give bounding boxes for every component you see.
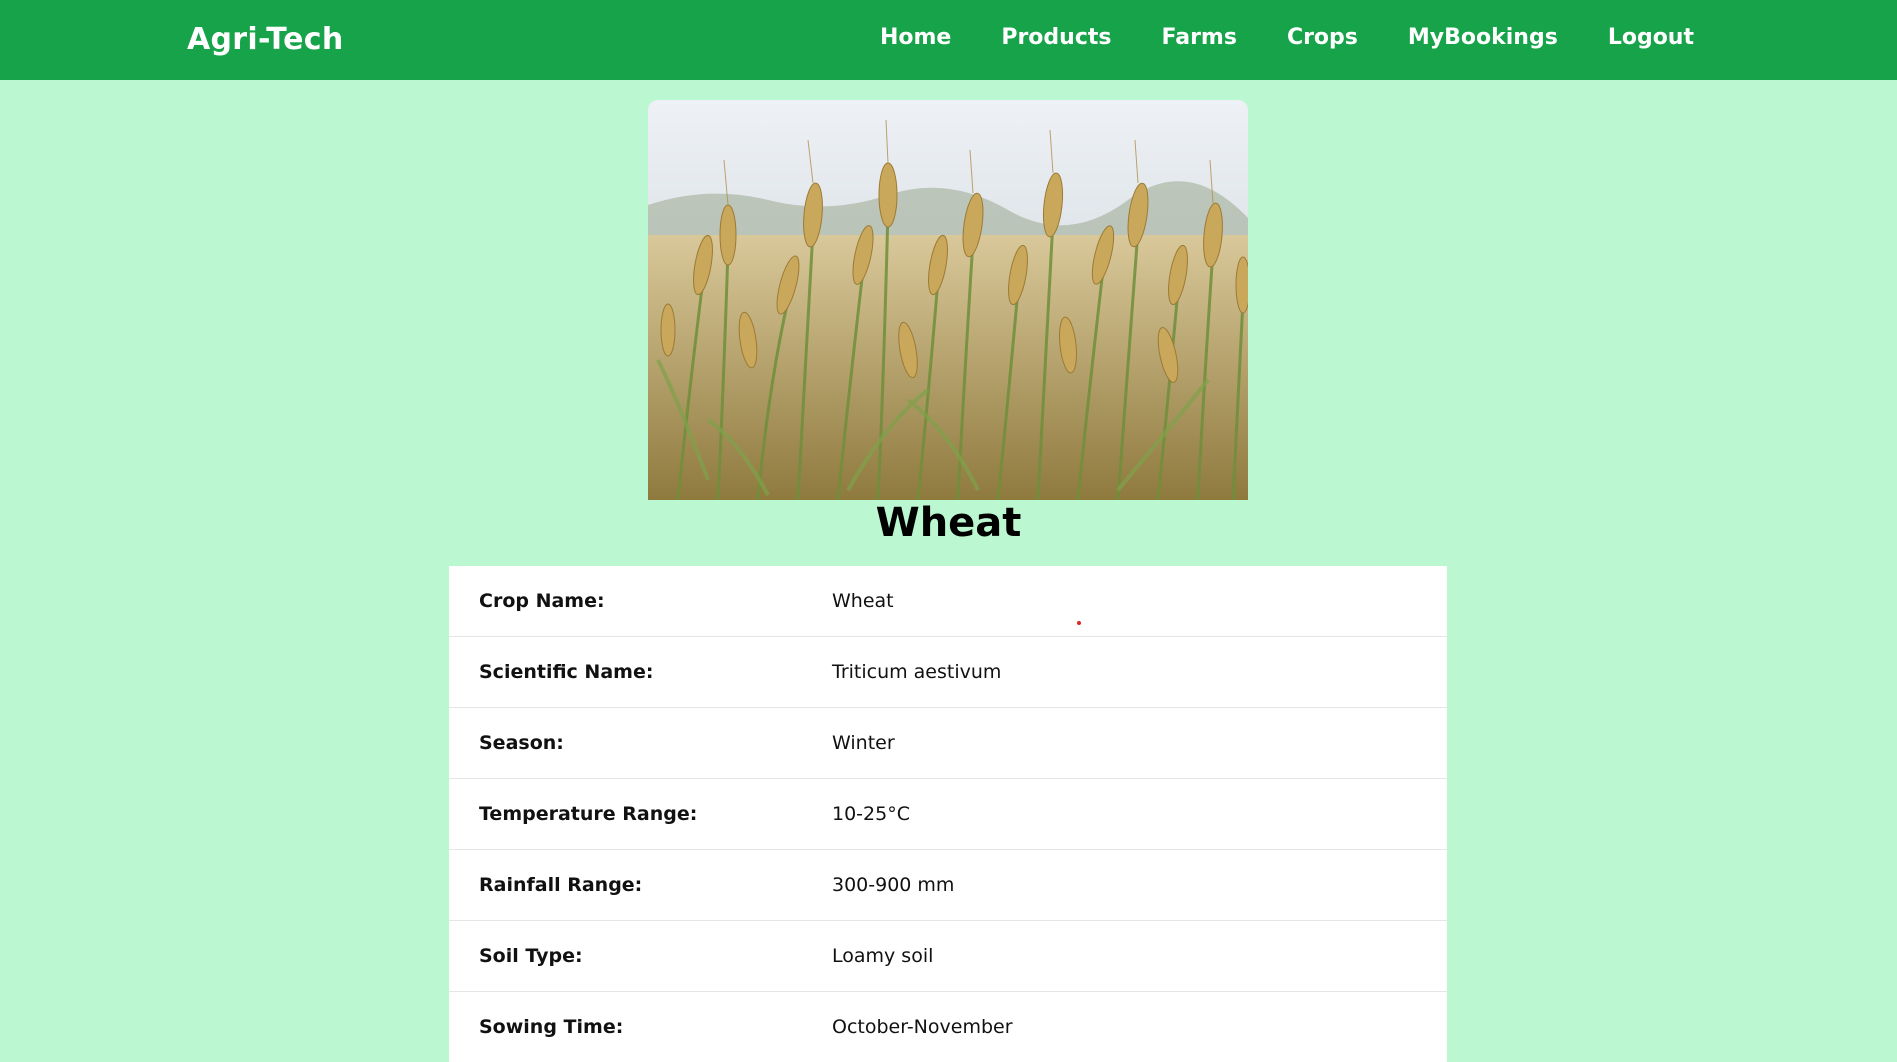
detail-row-sowing-time: Sowing Time: October-November — [449, 992, 1447, 1062]
detail-label: Crop Name: — [479, 590, 605, 612]
detail-label: Rainfall Range: — [479, 874, 643, 896]
crop-title: Wheat — [875, 500, 1022, 546]
detail-value: 10-25°C — [832, 803, 910, 825]
crop-image — [648, 100, 1248, 500]
nav-link-farms[interactable]: Farms — [1161, 25, 1236, 50]
nav-link-products[interactable]: Products — [1001, 25, 1111, 50]
detail-value: Winter — [832, 732, 895, 754]
navbar: Agri-Tech Home Products Farms Crops MyBo… — [0, 0, 1897, 80]
detail-value: Loamy soil — [832, 945, 934, 967]
detail-row-temperature-range: Temperature Range: 10-25°C — [449, 779, 1447, 850]
detail-value: Wheat — [832, 590, 894, 612]
detail-row-scientific-name: Scientific Name: Triticum aestivum — [449, 637, 1447, 708]
detail-row-crop-name: Crop Name: Wheat — [449, 566, 1447, 637]
brand-logo[interactable]: Agri-Tech — [187, 22, 343, 57]
detail-label: Season: — [479, 732, 564, 754]
nav-link-logout[interactable]: Logout — [1608, 25, 1694, 50]
detail-label: Scientific Name: — [479, 661, 654, 683]
detail-row-rainfall-range: Rainfall Range: 300-900 mm — [449, 850, 1447, 921]
detail-value: October-November — [832, 1016, 1013, 1038]
detail-row-soil-type: Soil Type: Loamy soil — [449, 921, 1447, 992]
nav-link-crops[interactable]: Crops — [1287, 25, 1358, 50]
detail-label: Temperature Range: — [479, 803, 698, 825]
detail-label: Soil Type: — [479, 945, 583, 967]
detail-label: Sowing Time: — [479, 1016, 624, 1038]
wheat-field-image — [648, 100, 1248, 500]
detail-row-season: Season: Winter — [449, 708, 1447, 779]
detail-value: Triticum aestivum — [832, 661, 1002, 683]
nav-links: Home Products Farms Crops MyBookings Log… — [880, 25, 1694, 50]
crop-details-table: Crop Name: Wheat Scientific Name: Tritic… — [449, 566, 1447, 1062]
nav-link-mybookings[interactable]: MyBookings — [1408, 25, 1558, 50]
detail-value: 300-900 mm — [832, 874, 955, 896]
nav-link-home[interactable]: Home — [880, 25, 951, 50]
cursor-dot — [1077, 621, 1081, 625]
